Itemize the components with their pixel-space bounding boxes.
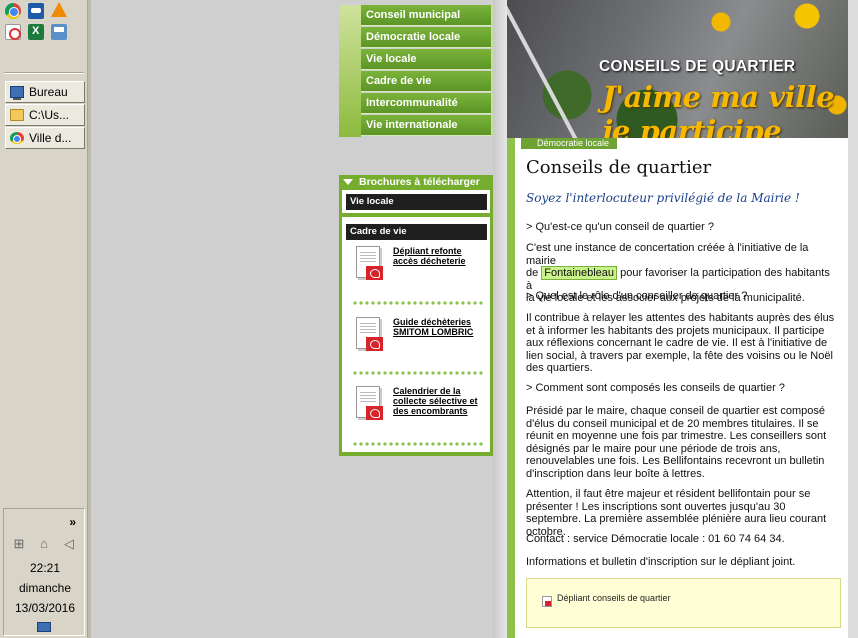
chevron-right-icon[interactable]: » bbox=[69, 515, 76, 529]
usb-icon[interactable]: ⌂ bbox=[37, 537, 51, 551]
content-shadow bbox=[493, 0, 507, 638]
pdf-icon bbox=[352, 246, 385, 284]
desktop-icon bbox=[10, 86, 24, 100]
pdf-icon bbox=[542, 596, 552, 607]
nav-item-vie-internationale[interactable]: Vie internationale bbox=[361, 115, 493, 136]
breadcrumb[interactable]: Démocratie locale bbox=[521, 138, 617, 149]
excel-icon[interactable] bbox=[28, 24, 44, 40]
scissors-icon[interactable] bbox=[5, 24, 21, 40]
question-3: > Comment sont composés les conseils de … bbox=[526, 382, 785, 394]
window-right-edge bbox=[848, 0, 858, 638]
pdf-icon bbox=[352, 386, 385, 424]
system-tray: » ⊞ ⌂ ◁ 22:21 dimanche 13/03/2016 bbox=[3, 508, 85, 636]
answer-3: Présidé par le maire, chaque conseil de … bbox=[526, 405, 827, 480]
dotted-divider bbox=[352, 301, 484, 305]
nav-item-cadre-de-vie[interactable]: Cadre de vie bbox=[361, 71, 493, 92]
page-title: Conseils de quartier bbox=[526, 157, 712, 178]
brochure-link[interactable]: Guide déchèteries SMITOM LOMBRIC bbox=[393, 317, 487, 337]
info-line: Informations et bulletin d'inscription s… bbox=[526, 556, 796, 568]
task-label: Ville d... bbox=[29, 131, 72, 145]
brochure-link[interactable]: Dépliant refonte accès décheterie bbox=[393, 246, 487, 266]
brochure-link[interactable]: Calendrier de la collecte sélective et d… bbox=[393, 386, 487, 416]
content-side-strip bbox=[507, 138, 515, 638]
nav-item-vie-locale[interactable]: Vie locale bbox=[361, 49, 493, 70]
speaker-icon[interactable]: ◁ bbox=[62, 537, 76, 551]
banner-slogan-line2: je participe bbox=[602, 114, 782, 138]
brochure-item[interactable]: Dépliant refonte accès décheterie bbox=[352, 246, 487, 296]
banner-image: CONSEILS DE QUARTIER J'aime ma ville je … bbox=[507, 0, 848, 138]
clock-time[interactable]: 22:21 bbox=[4, 561, 86, 575]
contact-line: Contact : service Démocratie locale : 01… bbox=[526, 533, 785, 545]
category-cadre-de-vie[interactable]: Cadre de vie bbox=[346, 224, 487, 240]
folder-icon bbox=[10, 109, 24, 121]
show-desktop-icon[interactable] bbox=[37, 622, 51, 632]
pdf-icon bbox=[352, 317, 385, 355]
nav-item-democratie-locale[interactable]: Démocratie locale bbox=[361, 27, 493, 48]
answer-4: Attention, il faut être majeur et réside… bbox=[526, 488, 827, 538]
disk-icon[interactable] bbox=[51, 24, 67, 40]
attachment-box: Dépliant conseils de quartier bbox=[526, 578, 841, 628]
dotted-divider bbox=[352, 442, 484, 446]
banner-slogan: J'aime ma ville bbox=[602, 80, 835, 114]
chrome-icon[interactable] bbox=[5, 3, 21, 19]
vlc-cone-icon[interactable] bbox=[51, 2, 67, 17]
dotted-divider bbox=[352, 371, 484, 375]
question-1: > Qu'est-ce qu'un conseil de quartier ? bbox=[526, 221, 714, 233]
clock-day: dimanche bbox=[18, 581, 72, 595]
main-content: CONSEILS DE QUARTIER J'aime ma ville je … bbox=[507, 0, 848, 638]
nav-item-conseil-municipal[interactable]: Conseil municipal bbox=[361, 5, 493, 26]
answer-2: Il contribue à relayer les attentes des … bbox=[526, 312, 835, 374]
brochures-title: Brochures à télécharger bbox=[359, 176, 480, 188]
taskbar-separator bbox=[4, 72, 84, 74]
clock-date: 13/03/2016 bbox=[14, 601, 76, 615]
brochures-list: Vie locale Cadre de vie Dépliant refonte… bbox=[342, 190, 490, 452]
brochure-item[interactable]: Guide déchèteries SMITOM LOMBRIC bbox=[352, 317, 487, 367]
banner-title: CONSEILS DE QUARTIER bbox=[599, 58, 796, 75]
attachment-link[interactable]: Dépliant conseils de quartier bbox=[557, 593, 671, 603]
brochure-item[interactable]: Calendrier de la collecte sélective et d… bbox=[352, 386, 487, 436]
taskbar: Bureau C:\Us... Ville d... » ⊞ ⌂ ◁ 22:21… bbox=[0, 0, 88, 638]
page-subtitle: Soyez l'interlocuteur privilégié de la M… bbox=[526, 191, 800, 205]
main-nav-menu: Conseil municipal Démocratie locale Vie … bbox=[339, 5, 493, 137]
question-2: > Quel est le rôle d'un conseiller de qu… bbox=[526, 290, 748, 302]
nav-item-intercommunalite[interactable]: Intercommunalité bbox=[361, 93, 493, 114]
task-button-folder[interactable]: C:\Us... bbox=[5, 104, 85, 126]
task-label: Bureau bbox=[29, 85, 68, 99]
task-button-bureau[interactable]: Bureau bbox=[5, 81, 85, 103]
category-vie-locale[interactable]: Vie locale bbox=[346, 194, 487, 210]
task-button-browser[interactable]: Ville d... bbox=[5, 127, 85, 149]
chrome-icon bbox=[10, 132, 24, 144]
taskbar-edge bbox=[88, 0, 91, 638]
blue-app-icon[interactable] bbox=[28, 3, 44, 19]
highlighted-term: Fontainebleau bbox=[541, 266, 618, 280]
windows-icon[interactable]: ⊞ bbox=[12, 537, 26, 551]
task-label: C:\Us... bbox=[29, 108, 70, 122]
nav-decor-strip bbox=[339, 5, 361, 137]
brochures-panel: Brochures à télécharger Vie locale Cadre… bbox=[339, 175, 493, 456]
category-vie-locale-box: Vie locale bbox=[342, 190, 490, 217]
